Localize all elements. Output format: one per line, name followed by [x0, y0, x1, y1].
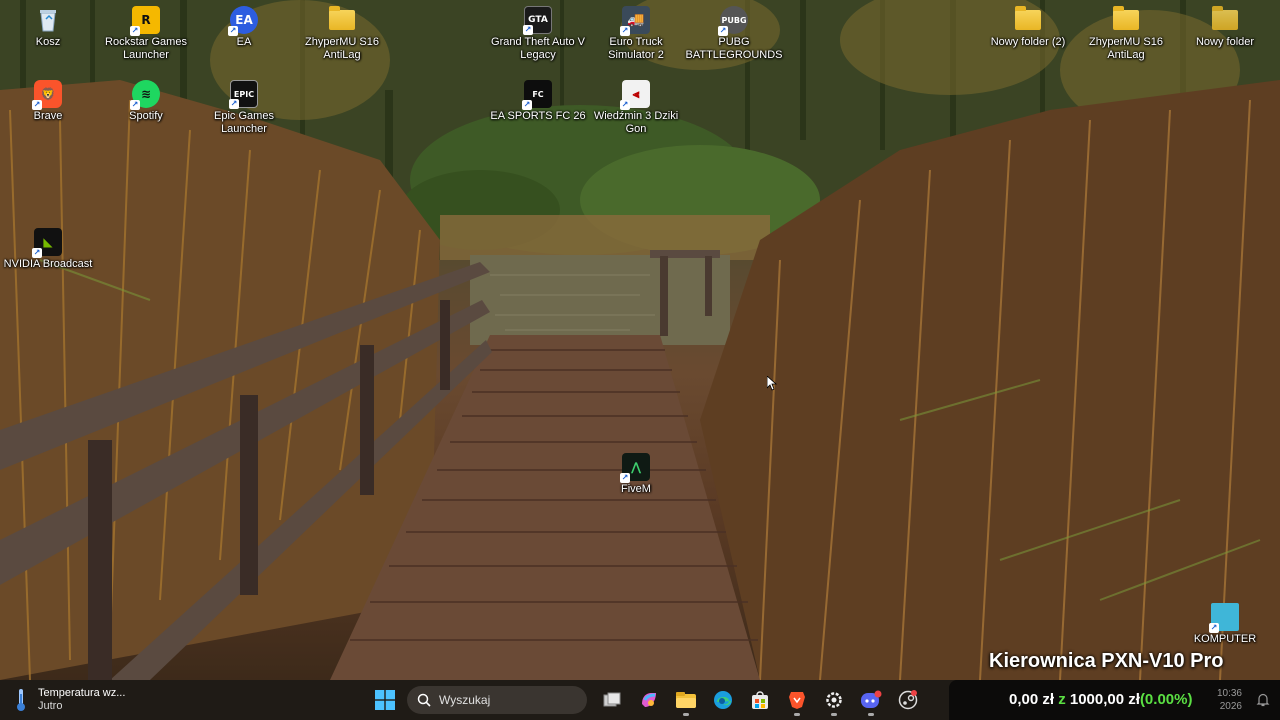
desktop-icon-pubg[interactable]: PUBG ↗ PUBG BATTLEGROUNDS [685, 6, 783, 62]
clock-time: 10:36 [1216, 688, 1242, 699]
settings-button[interactable] [818, 684, 850, 716]
desktop-icon-label: FiveM [621, 483, 651, 495]
recycle-bin-icon [34, 6, 62, 34]
spotify-icon: ≋ ↗ [130, 80, 160, 110]
witcher-icon: ⫷ ↗ [620, 80, 650, 110]
file-explorer-button[interactable] [670, 684, 702, 716]
desktop-icon-label: EA SPORTS FC 26 [490, 110, 586, 122]
donation-amount: 0,00 zł [1009, 691, 1055, 708]
weather-widget[interactable]: Temperatura wz... Jutro [14, 684, 125, 716]
desktop-icon-label: ZhyperMU S16 AntiLag [1089, 36, 1163, 61]
desktop-icon-label: Epic Games Launcher [214, 110, 274, 135]
start-button[interactable] [369, 684, 401, 716]
desktop-icon-label: Euro Truck Simulator 2 [608, 36, 664, 61]
weather-title: Temperatura wz... [38, 687, 126, 699]
desktop-icon-label: Brave [33, 110, 63, 122]
brave-taskbar-button[interactable] [781, 684, 813, 716]
desktop-icon-ets2[interactable]: 🚚 ↗ Euro Truck Simulator 2 [588, 6, 684, 62]
desktop-icon-recycle-bin[interactable]: Kosz [0, 6, 96, 49]
system-clock[interactable]: 10:36 2026 [1217, 687, 1242, 713]
running-indicator [867, 713, 874, 716]
discord-button[interactable] [855, 684, 887, 716]
brave-icon: 🦁 ↗ [32, 80, 62, 110]
running-indicator [830, 713, 837, 716]
folder-icon [1112, 6, 1140, 34]
taskbar-search[interactable] [407, 686, 587, 714]
desktop-icon-label: KOMPUTER [1193, 633, 1257, 645]
desktop-icon-label: Nowy folder (2) [990, 36, 1066, 48]
file-explorer-icon [675, 692, 696, 708]
desktop-icon-nowy-folder-2[interactable]: Nowy folder (2) [980, 6, 1076, 49]
desktop-icon-label: ZhyperMU S16 AntiLag [305, 36, 379, 61]
epic-icon: EPIC ↗ [229, 80, 258, 109]
desktop-icon-komputer[interactable]: ↗ KOMPUTER [1176, 603, 1274, 646]
desktop-icon-nvidia-broadcast[interactable]: ◣ ↗ NVIDIA Broadcast [0, 228, 96, 271]
task-view-icon [603, 692, 620, 707]
desktop-icon-brave[interactable]: 🦁 ↗ Brave [0, 80, 96, 123]
windows-logo-icon [374, 690, 395, 710]
folder-icon [328, 6, 356, 34]
ea-icon: EA ↗ [228, 6, 258, 36]
donation-z-word: z [1058, 691, 1066, 708]
desktop-icon-rockstar[interactable]: R ↗ Rockstar Games Launcher [98, 6, 194, 62]
desktop-icon-spotify[interactable]: ≋ ↗ Spotify [98, 80, 194, 123]
desktop-icon-epic[interactable]: EPIC ↗ Epic Games Launcher [196, 80, 292, 136]
desktop-icon-label: Grand Theft Auto V Legacy [491, 36, 585, 61]
settings-icon [825, 692, 842, 708]
discord-icon [860, 690, 881, 708]
running-indicator [793, 713, 800, 716]
desktop-icon-label: Wiedźmin 3 Dziki Gon [593, 110, 679, 135]
taskbar-center [366, 684, 926, 716]
steam-icon [898, 690, 917, 710]
desktop-icon-fc26[interactable]: FC ↗ EA SPORTS FC 26 [490, 80, 586, 123]
desktop-icon-zhypermu-folder-2[interactable]: ZhyperMU S16 AntiLag [1078, 6, 1174, 62]
donation-percent: (0.00%) [1139, 691, 1193, 708]
search-input[interactable] [439, 693, 569, 707]
desktop-icon-label: Spotify [129, 110, 163, 122]
thermometer-icon [14, 687, 28, 713]
edge-icon [713, 691, 732, 709]
desktop-icon-label: Nowy folder [1195, 36, 1255, 48]
desktop-icon-label: EA [236, 36, 252, 48]
desktop-icon-fivem[interactable]: ⋀ ↗ FiveM [588, 453, 684, 496]
running-indicator [682, 713, 689, 716]
desktop-icon-ea[interactable]: EA ↗ EA [196, 6, 292, 49]
fc26-icon: FC ↗ [522, 80, 552, 110]
copilot-button[interactable] [633, 684, 665, 716]
steam-button[interactable] [892, 684, 924, 716]
store-icon [751, 691, 768, 709]
rockstar-icon: R ↗ [130, 6, 160, 36]
store-button[interactable] [744, 684, 776, 716]
notification-bell-icon[interactable] [1256, 693, 1270, 707]
stream-overlay-title: Kierownica PXN-V10 Pro [989, 650, 1224, 672]
computer-icon: ↗ [1209, 603, 1239, 633]
weather-subtitle: Jutro [38, 700, 63, 712]
task-view-button[interactable] [596, 684, 628, 716]
edge-button[interactable] [707, 684, 739, 716]
folder-icon [1211, 6, 1239, 34]
gta-icon: GTA ↗ [523, 6, 552, 35]
clock-date: 2026 [1219, 701, 1242, 712]
desktop-icon-zhypermu-folder[interactable]: ZhyperMU S16 AntiLag [294, 6, 390, 62]
desktop-icon-label: PUBG BATTLEGROUNDS [685, 36, 783, 61]
truck-icon: 🚚 ↗ [620, 6, 650, 36]
fivem-icon: ⋀ ↗ [620, 453, 650, 483]
donation-goal: 1000,00 zł [1069, 691, 1140, 708]
desktop-icon-witcher3[interactable]: ⫷ ↗ Wiedźmin 3 Dziki Gon [588, 80, 684, 136]
donation-ticker: 0,00 zł z 1000,00 zł(0.00%) 10:36 2026 [949, 680, 1280, 720]
desktop-icon-label: NVIDIA Broadcast [3, 258, 93, 270]
search-icon [417, 693, 431, 707]
pubg-icon: PUBG ↗ [718, 6, 748, 36]
donation-goal-text: 0,00 zł z 1000,00 zł(0.00%) [1009, 691, 1192, 708]
brave-icon [788, 692, 805, 709]
copilot-icon [641, 693, 656, 707]
desktop-icon-label: Rockstar Games Launcher [105, 36, 187, 61]
nvidia-icon: ◣ ↗ [32, 228, 62, 258]
desktop-icon-label: Kosz [35, 36, 61, 48]
taskbar: Temperatura wz... Jutro Wyszukaj 0,00 zł… [0, 680, 1280, 720]
desktop-icon-gta5[interactable]: GTA ↗ Grand Theft Auto V Legacy [490, 6, 586, 62]
folder-icon [1014, 6, 1042, 34]
desktop-icon-nowy-folder[interactable]: Nowy folder [1176, 6, 1274, 49]
